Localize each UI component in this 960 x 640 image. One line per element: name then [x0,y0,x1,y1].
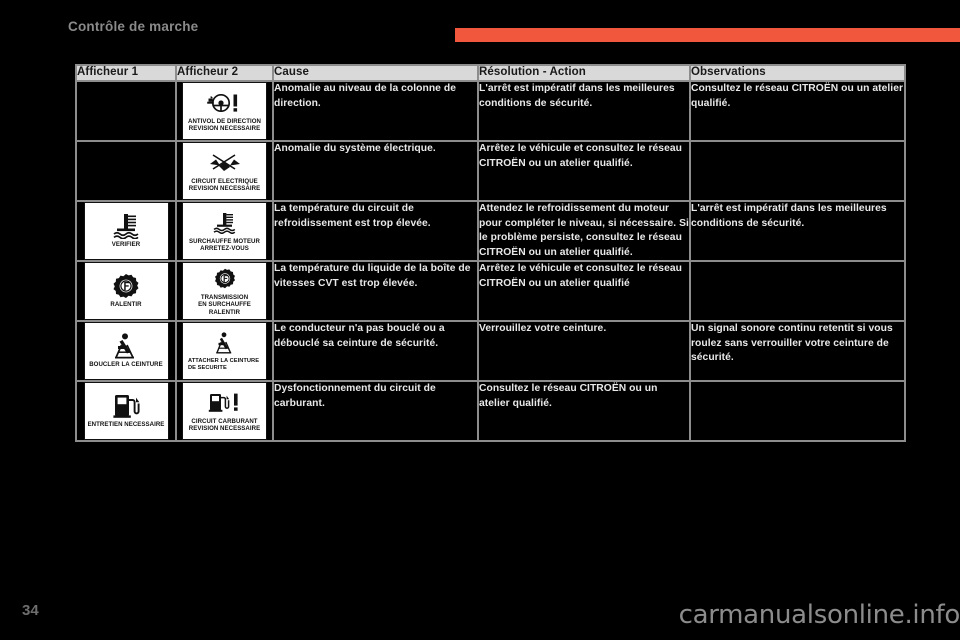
display2-cell: SURCHAUFFE MOTEUR ARRETEZ-VOUS [175,200,274,262]
warning-lamps-table-wrapper: Afficheur 1 Afficheur 2 Cause Résolution… [75,64,906,442]
table-row: CIRCUIT ELECTRIQUE REVISION NECESSAIRE A… [75,140,906,202]
observations-cell [689,380,906,442]
seatbelt-icon [112,333,140,359]
telltale-badge: BOUCLER LA CEINTURE [83,322,169,380]
action-cell: Arrêtez le véhicule et consultez le rése… [477,140,691,202]
display1-cell: ENTRETIEN NECESSAIRE [75,380,177,442]
column-header-afficheur-1: Afficheur 1 [75,64,177,82]
coolant-temperature-icon [208,210,242,236]
display1-cell: BOUCLER LA CEINTURE [75,320,177,382]
telltale-caption: SURCHAUFFE MOTEUR ARRETEZ-VOUS [189,237,260,252]
observations-cell: L'arrêt est impératif dans les meilleure… [689,200,906,262]
table-row: BOUCLER LA CEINTURE ATTACHER LA CEINTURE… [75,320,906,382]
cause-cell: La température du liquide de la boîte de… [272,260,479,322]
column-header-afficheur-2: Afficheur 2 [175,64,274,82]
table-row: ANTIVOL DE DIRECTION REVISION NECESSAIRE… [75,80,906,142]
telltale-badge: ENTRETIEN NECESSAIRE [83,382,169,440]
action-cell: L'arrêt est impératif dans les meilleure… [477,80,691,142]
observations-cell: Consultez le réseau CITROËN ou un atelie… [689,80,906,142]
action-cell: Verrouillez votre ceinture. [477,320,691,382]
display2-cell: CIRCUIT ELECTRIQUE REVISION NECESSAIRE [175,140,274,202]
telltale-badge: CIRCUIT CARBURANT REVISION NECESSAIRE [182,382,267,440]
telltale-badge: VERIFIER [83,202,169,260]
column-header-observations: Observations [689,64,906,82]
page-title: Contrôle de marche [68,19,199,34]
cause-cell: La température du circuit de refroidisse… [272,200,479,262]
page-header: Contrôle de marche [0,0,960,52]
observations-cell [689,260,906,322]
watermark: carmanualsonline.info [678,600,960,630]
telltale-caption: ANTIVOL DE DIRECTION REVISION NECESSAIRE [188,117,261,132]
telltale-badge: ANTIVOL DE DIRECTION REVISION NECESSAIRE [182,82,267,140]
table-row: RALENTIR TRANSMISSION EN SURCHAUFFE RALE… [75,260,906,322]
telltale-caption: RALENTIR [110,301,142,309]
cause-cell: Anomalie au niveau de la colonne de dire… [272,80,479,142]
table-header-row: Afficheur 1 Afficheur 2 Cause Résolution… [75,64,906,82]
telltale-caption: BOUCLER LA CEINTURE [89,361,163,369]
electrical-circuit-icon [205,150,245,176]
page-number: 34 [22,602,39,619]
telltale-badge: RALENTIR [83,262,169,320]
display2-cell: TRANSMISSION EN SURCHAUFFE RALENTIR [175,260,274,322]
display1-cell: RALENTIR [75,260,177,322]
telltale-caption: CIRCUIT ELECTRIQUE REVISION NECESSAIRE [188,177,261,192]
fuel-pump-warning-icon [207,390,243,416]
gearbox-overheat-icon [111,273,141,299]
column-header-cause: Cause [272,64,479,82]
cause-cell: Dysfonctionnement du circuit de carburan… [272,380,479,442]
seatbelt-icon [214,330,236,356]
display2-cell: ANTIVOL DE DIRECTION REVISION NECESSAIRE [175,80,274,142]
telltale-badge: CIRCUIT ELECTRIQUE REVISION NECESSAIRE [182,142,267,200]
action-cell: Attendez le refroidissement du moteur po… [477,200,691,262]
header-accent-bar [455,28,960,42]
telltale-caption: TRANSMISSION EN SURCHAUFFE RALENTIR [198,293,251,316]
observations-cell: Un signal sonore continu retentit si vou… [689,320,906,382]
telltale-badge: ATTACHER LA CEINTURE DE SECURITE [182,322,267,380]
action-cell: Arrêtez le véhicule et consultez le rése… [477,260,691,322]
display1-cell [75,80,177,142]
gearbox-overheat-icon [213,266,237,292]
column-header-resolution-action: Résolution - Action [477,64,691,82]
cause-cell: Le conducteur n'a pas bouclé ou a débouc… [272,320,479,382]
display1-cell: VERIFIER [75,200,177,262]
telltale-caption: ATTACHER LA CEINTURE DE SECURITE [188,358,260,371]
warning-lamps-table: Afficheur 1 Afficheur 2 Cause Résolution… [75,64,906,442]
fuel-pump-icon [111,393,141,419]
telltale-badge: TRANSMISSION EN SURCHAUFFE RALENTIR [182,262,267,320]
table-row: ENTRETIEN NECESSAIRE CIRCUIT CARBURANT R… [75,380,906,442]
action-cell: Consultez le réseau CITROËN ou un atelie… [477,380,691,442]
telltale-caption: VERIFIER [111,241,141,249]
table-body: ANTIVOL DE DIRECTION REVISION NECESSAIRE… [75,80,906,442]
telltale-caption: ENTRETIEN NECESSAIRE [87,421,165,429]
telltale-badge: SURCHAUFFE MOTEUR ARRETEZ-VOUS [182,202,267,260]
table-row: VERIFIER SURCHAUFFE MOTEUR ARRETEZ-VOUS … [75,200,906,262]
observations-cell [689,140,906,202]
display1-cell [75,140,177,202]
coolant-temperature-icon [106,213,146,240]
cause-cell: Anomalie du système électrique. [272,140,479,202]
steering-wheel-warning-icon [202,90,248,116]
telltale-caption: CIRCUIT CARBURANT REVISION NECESSAIRE [188,417,261,432]
display2-cell: ATTACHER LA CEINTURE DE SECURITE [175,320,274,382]
display2-cell: CIRCUIT CARBURANT REVISION NECESSAIRE [175,380,274,442]
